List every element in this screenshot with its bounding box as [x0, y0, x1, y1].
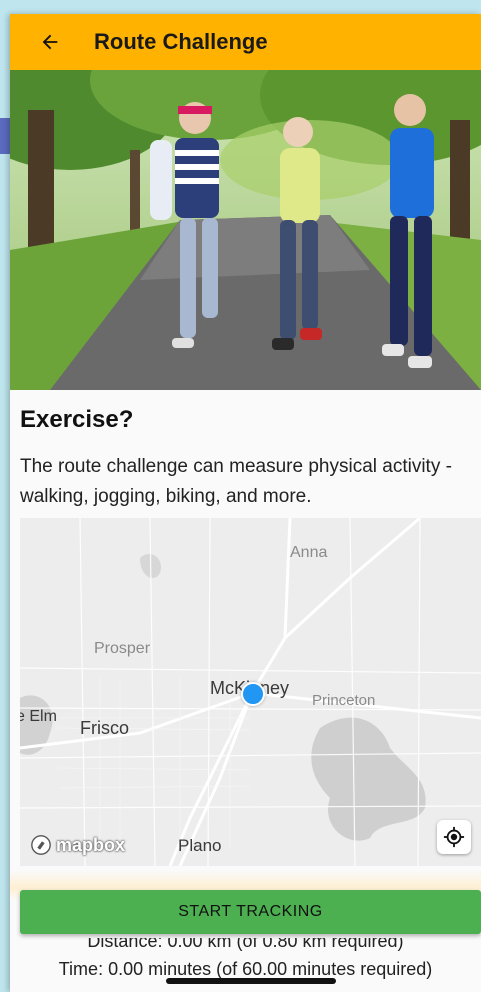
section-heading: Exercise?: [20, 406, 134, 433]
back-button[interactable]: [30, 22, 70, 62]
page-title: Route Challenge: [94, 29, 268, 54]
arrow-back-icon: [42, 34, 58, 50]
app-bar: Route Challenge: [10, 14, 481, 70]
distance-stat: Distance: 0.00 km (of 0.80 km required): [87, 938, 404, 951]
map-label-anna: Anna: [290, 544, 328, 561]
my-location-icon: [443, 826, 465, 848]
map-label-frisco: Frisco: [80, 718, 129, 738]
background-app-strip: [0, 118, 10, 154]
mapbox-attribution[interactable]: mapbox: [30, 834, 125, 856]
user-location-dot: [241, 682, 265, 706]
mapbox-wordmark: mapbox: [56, 834, 126, 855]
map-label-princeton: Princeton: [312, 692, 376, 709]
my-location-button[interactable]: [437, 820, 471, 854]
hero-image: [10, 70, 481, 390]
route-map[interactable]: Anna Prosper McKinney Princeton e Elm Fr…: [20, 518, 481, 866]
map-label-plano: Plano: [178, 836, 222, 855]
map-label-elm: e Elm: [20, 708, 57, 725]
mapbox-logo-icon: [31, 835, 51, 855]
home-indicator[interactable]: [166, 978, 336, 984]
start-tracking-button[interactable]: START TRACKING: [20, 890, 481, 934]
dialog-frame: Route Challenge Exercise? The route chal…: [10, 14, 481, 992]
map-label-prosper: Prosper: [94, 640, 151, 657]
time-stat: Time: 0.00 minutes (of 60.00 minutes req…: [58, 959, 433, 979]
section-description: The route challenge can measure physical…: [20, 456, 452, 507]
